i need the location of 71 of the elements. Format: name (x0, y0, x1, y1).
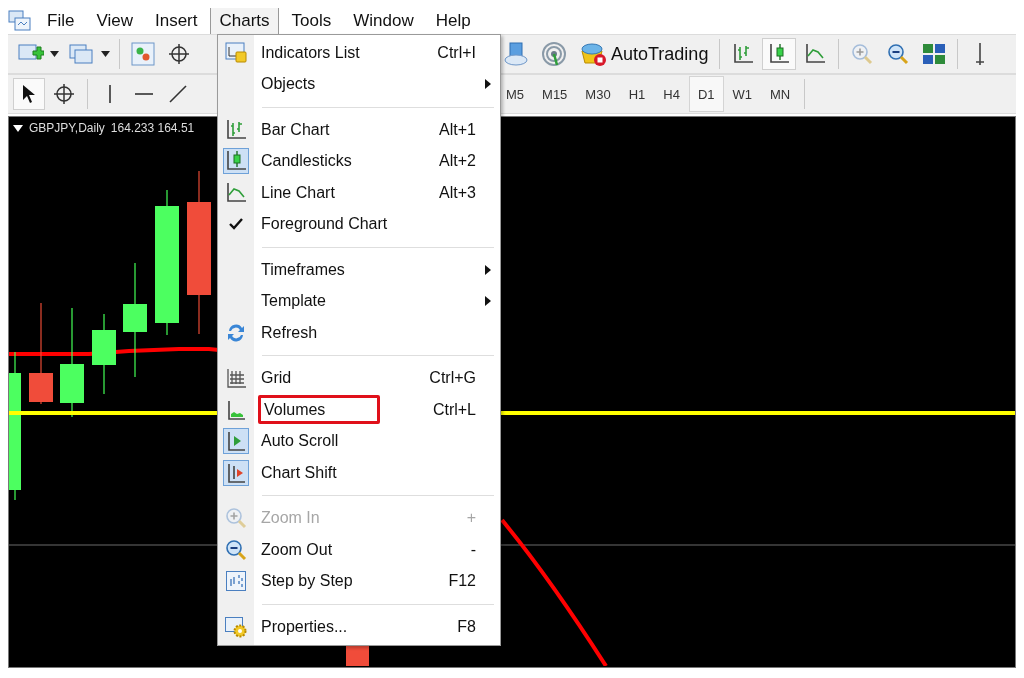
timeframe-button[interactable]: M30 (576, 76, 620, 112)
submenu-arrow-icon (485, 79, 491, 90)
cloud-server-icon (503, 41, 529, 67)
tool-button[interactable] (13, 78, 45, 110)
timeframe-button[interactable]: W1 (723, 76, 762, 112)
menu-item[interactable]: Template (218, 285, 500, 317)
grid-icon (225, 367, 247, 390)
timeframe-button[interactable]: MN (761, 76, 800, 112)
app-icon (8, 10, 32, 32)
timeframe-button[interactable]: D1 (688, 76, 724, 112)
menu-item[interactable]: Objects (218, 68, 500, 100)
menu-item[interactable]: Auto Scroll (218, 425, 500, 457)
menu-item[interactable]: Zoom Out - (218, 534, 500, 566)
zoom-out-icon (224, 537, 248, 562)
menu-item[interactable]: Step by Step F12 (218, 565, 500, 597)
trend-line-icon (167, 83, 189, 105)
candlestick (346, 645, 369, 666)
submenu-arrow-icon (485, 296, 491, 307)
crosshair-icon (167, 42, 191, 66)
profiles-icon (69, 43, 95, 65)
indicators-icon (224, 40, 248, 65)
crosshair-icon (52, 82, 76, 106)
menu-item[interactable]: Timeframes (218, 254, 500, 286)
menu-item[interactable]: Line Chart Alt+3 (218, 177, 500, 209)
zoom-out-icon (886, 42, 911, 66)
menu-item[interactable]: Refresh (218, 317, 500, 349)
bar-chart-icon (224, 117, 248, 142)
vertical-line-icon (974, 42, 987, 66)
timeframe-button[interactable]: M5 (497, 76, 534, 112)
chart-symbol: GBPJPY,Daily (29, 121, 105, 135)
dropdown-triangle-icon[interactable] (13, 124, 23, 132)
menu-item[interactable]: Properties... F8 (218, 611, 500, 643)
menu-item[interactable]: Bar Chart Alt+1 (218, 114, 500, 146)
timeframe-button[interactable]: M15 (533, 76, 577, 112)
candlestick-icon (767, 42, 792, 66)
menu-bar-item[interactable]: Insert (145, 8, 207, 34)
menu-item[interactable]: Grid Ctrl+G (218, 362, 500, 394)
autotrading-button[interactable]: AutoTrading (574, 38, 714, 70)
menu-item[interactable]: Foreground Chart (218, 208, 500, 240)
properties-icon (224, 614, 248, 639)
signal-icon (541, 41, 567, 67)
checkmark-icon (229, 218, 243, 231)
menu-bar-item[interactable]: Tools (282, 8, 341, 34)
auto-scroll-icon (225, 430, 247, 453)
bar-chart-icon (731, 42, 756, 66)
chart-prices: 164.233 164.51 (110, 121, 195, 135)
menu-bar-item[interactable]: Window (344, 8, 423, 34)
zoom-in-icon (850, 42, 875, 66)
submenu-arrow-icon (485, 264, 491, 275)
menu-bar-item[interactable]: Help (426, 8, 480, 34)
zoom-in-icon (224, 506, 248, 531)
step-by-step-icon (225, 570, 247, 593)
timeframe-button[interactable]: H4 (654, 76, 689, 112)
menu-item[interactable]: Chart Shift (218, 457, 500, 489)
autotrading-icon (579, 41, 607, 67)
menu-item[interactable]: Volumes Ctrl+L (218, 394, 500, 426)
timeframe-button[interactable]: H1 (619, 76, 655, 112)
toolbar-button[interactable] (762, 38, 797, 70)
caret-icon (50, 51, 59, 57)
menu-item[interactable]: Indicators List Ctrl+I (218, 37, 500, 69)
line-chart-icon (224, 180, 248, 205)
tile-windows-icon (922, 42, 947, 66)
caret-icon (101, 51, 110, 57)
menu-bar-item[interactable]: View (87, 8, 142, 34)
volumes-icon (225, 398, 247, 421)
chart-shift-icon (225, 461, 247, 484)
menu-bar-item[interactable]: File (38, 8, 84, 34)
line-chart-icon (803, 42, 828, 66)
menu-item[interactable]: Candlesticks Alt+2 (218, 145, 500, 177)
menu-bar-item[interactable]: Charts (210, 8, 279, 34)
navigator-icon (131, 42, 155, 66)
